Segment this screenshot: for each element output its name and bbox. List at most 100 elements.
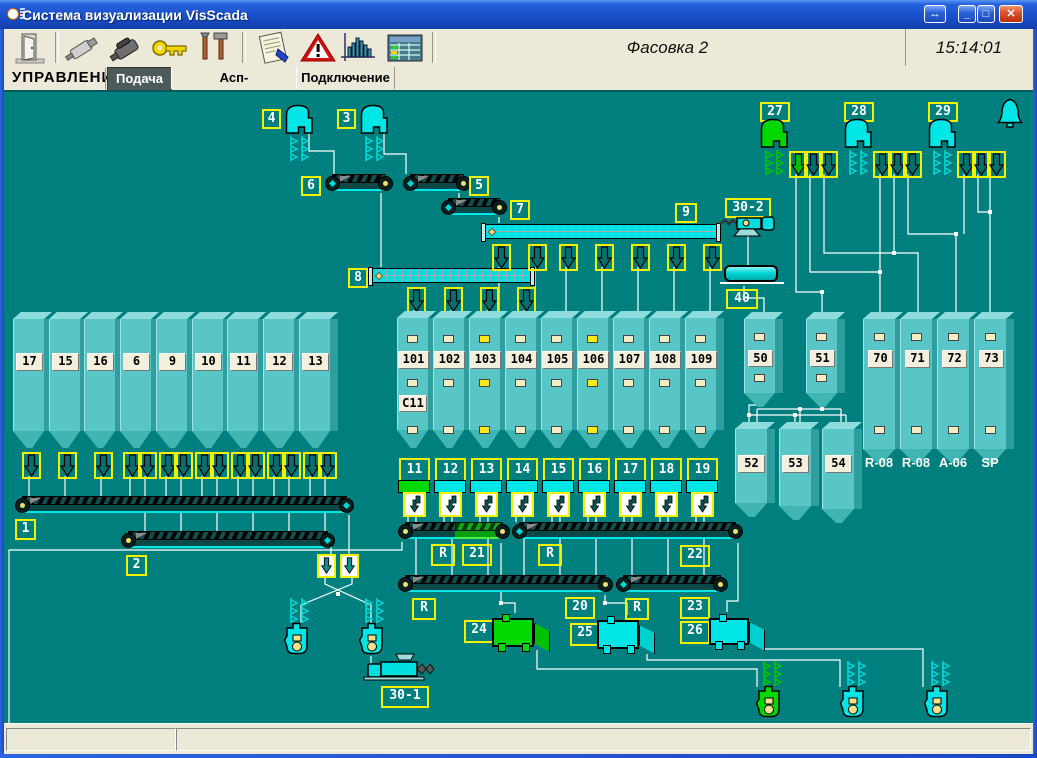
tab-podkluchenie[interactable]: Подключение (296, 67, 395, 89)
screw-9-label[interactable]: 9 (675, 203, 697, 223)
station-11-label[interactable]: 11 (399, 458, 430, 482)
outlet-arrow[interactable] (517, 287, 536, 314)
outlet-arrow[interactable] (559, 244, 578, 271)
diverter-valve[interactable] (317, 554, 336, 578)
cyclone-4-label[interactable]: 4 (262, 109, 281, 129)
conveyor-6[interactable] (325, 174, 393, 193)
cyclone-filter[interactable] (285, 104, 314, 134)
chute-valve[interactable] (619, 492, 642, 517)
tools-icon[interactable] (195, 31, 235, 64)
rotary-feeder[interactable] (840, 685, 866, 718)
connector-serial-icon[interactable] (62, 31, 102, 64)
conveyor-5-label[interactable]: 5 (469, 176, 489, 196)
conveyor-1-label[interactable]: 1 (15, 519, 36, 540)
resize-button[interactable]: ↔ (924, 5, 946, 23)
silo-outlet-arrow[interactable] (282, 452, 301, 479)
station-15-label[interactable]: 15 (543, 458, 574, 482)
chute-valve[interactable] (511, 492, 534, 517)
report-icon[interactable] (254, 31, 294, 64)
silo-outlet-arrow[interactable] (94, 452, 113, 479)
outlet-arrow[interactable] (480, 287, 499, 314)
outlet-arrow[interactable] (667, 244, 686, 271)
silo-outlet-arrow[interactable] (22, 452, 41, 479)
outlet-arrow[interactable] (987, 151, 1006, 178)
machine-30-1-label[interactable]: 30-1 (381, 686, 429, 708)
tab-podacha[interactable]: Подача (107, 67, 172, 91)
station-14-label[interactable]: 14 (507, 458, 538, 482)
diverter-valve[interactable] (340, 554, 359, 578)
cyclone-filter[interactable] (928, 118, 957, 148)
station-13-label[interactable]: 13 (471, 458, 502, 482)
conveyor-r-label[interactable]: R (538, 544, 562, 566)
conveyor-r-label[interactable]: R (625, 598, 649, 620)
cyclone-filter[interactable] (844, 118, 873, 148)
conveyor-r-label[interactable]: R (431, 544, 455, 566)
outlet-arrow[interactable] (631, 244, 650, 271)
conveyor-r-label[interactable]: R (412, 598, 436, 620)
alarm-icon[interactable] (298, 31, 338, 64)
magnet-unit-40[interactable] (724, 265, 778, 282)
conveyor-1[interactable] (15, 496, 354, 515)
cyclone-3-label[interactable]: 3 (337, 109, 356, 129)
packer-25[interactable] (597, 616, 639, 654)
chute-valve[interactable] (583, 492, 606, 517)
chute-valve[interactable] (439, 492, 462, 517)
alarm-bell-icon[interactable] (996, 98, 1024, 129)
conveyor-7[interactable] (441, 198, 507, 217)
outlet-arrow[interactable] (595, 244, 614, 271)
machine-26-label[interactable]: 26 (680, 621, 710, 644)
outlet-arrow[interactable] (819, 151, 838, 178)
silo-outlet-arrow[interactable] (174, 452, 193, 479)
conveyor-21-label[interactable]: 21 (462, 544, 492, 566)
chute-valve[interactable] (655, 492, 678, 517)
chute-valve[interactable] (547, 492, 570, 517)
outlet-arrow[interactable] (703, 244, 722, 271)
silo-outlet-arrow[interactable] (246, 452, 265, 479)
discharge-unit[interactable] (359, 622, 385, 655)
machine-24-label[interactable]: 24 (464, 620, 494, 643)
station-12-label[interactable]: 12 (435, 458, 466, 482)
outlet-arrow[interactable] (407, 287, 426, 314)
key-icon[interactable] (150, 31, 190, 64)
conveyor-23[interactable] (616, 575, 728, 594)
screw-8-label[interactable]: 8 (348, 268, 368, 288)
table-icon[interactable] (385, 31, 425, 64)
outlet-arrow[interactable] (903, 151, 922, 178)
machine-25-label[interactable]: 25 (570, 623, 600, 646)
conveyor-20-label[interactable]: 20 (565, 597, 595, 619)
conveyor-5[interactable] (403, 174, 471, 193)
discharge-unit[interactable] (284, 622, 310, 655)
station-16-label[interactable]: 16 (579, 458, 610, 482)
close-button[interactable]: ✕ (999, 5, 1023, 23)
minimize-button[interactable]: _ (958, 5, 976, 23)
chute-valve[interactable] (403, 492, 426, 517)
silo-outlet-arrow[interactable] (210, 452, 229, 479)
connector-usb-icon[interactable] (108, 31, 148, 64)
sieve-machine-30-2[interactable] (718, 214, 780, 240)
conveyor-6-label[interactable]: 6 (301, 176, 321, 196)
packer-24[interactable] (492, 614, 534, 652)
conveyor-22-label[interactable]: 22 (680, 545, 710, 567)
silo-outlet-arrow[interactable] (58, 452, 77, 479)
conveyor-22[interactable] (512, 522, 743, 541)
maximize-button[interactable]: □ (977, 5, 995, 23)
screw-feeder-30-1[interactable] (362, 652, 438, 684)
conveyor-7-label[interactable]: 7 (510, 200, 530, 220)
machine-40-label[interactable]: 40 (726, 289, 758, 309)
station-19-label[interactable]: 19 (687, 458, 718, 482)
outlet-arrow[interactable] (492, 244, 511, 271)
screw-conveyor-9[interactable] (481, 223, 721, 242)
conveyor-23-label[interactable]: 23 (680, 597, 710, 619)
conveyor-2-label[interactable]: 2 (126, 555, 147, 576)
conveyor-21[interactable] (398, 522, 510, 541)
trends-icon[interactable] (339, 31, 379, 64)
silo-outlet-arrow[interactable] (318, 452, 337, 479)
outlet-arrow[interactable] (444, 287, 463, 314)
tab-aspiration[interactable]: Асп-ция.Муч.линия (171, 67, 297, 107)
exit-door-icon[interactable] (10, 31, 50, 64)
station-17-label[interactable]: 17 (615, 458, 646, 482)
silo-outlet-arrow[interactable] (138, 452, 157, 479)
cyclone-filter[interactable] (360, 104, 389, 134)
conveyor-20[interactable] (398, 575, 613, 594)
packer-26[interactable] (709, 614, 749, 650)
